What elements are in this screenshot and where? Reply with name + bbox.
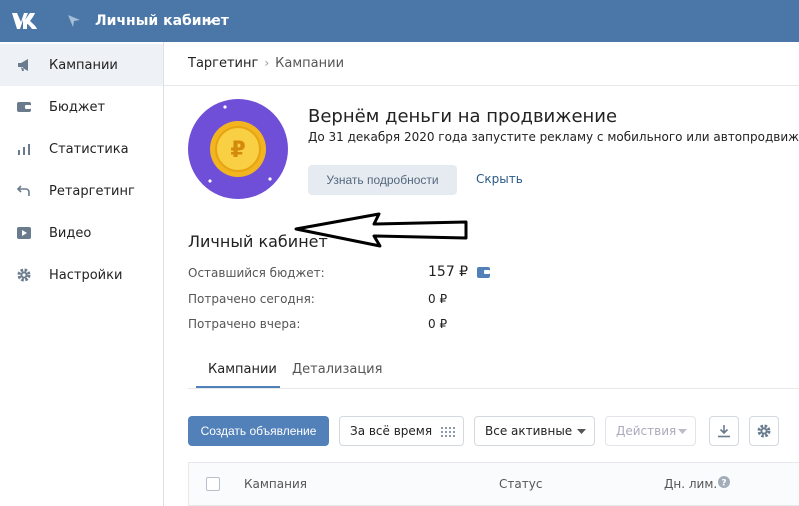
pointer-icon [68,15,80,27]
actions-select-label: Действия [616,424,677,438]
sidebar-item-campaigns[interactable]: Кампании [0,44,163,86]
chevron-down-icon[interactable] [205,17,215,25]
coin-symbol: ₽ [230,138,245,163]
bar-chart-icon [18,144,30,155]
sidebar-item-label: Видео [49,225,92,241]
status-filter-label: Все активные [485,424,573,438]
period-select[interactable]: За всё время [339,416,464,446]
vk-logo-icon[interactable] [10,10,40,32]
sidebar-item-label: Кампании [49,57,118,73]
stat-value-yesterday: 0 ₽ [428,317,448,331]
column-campaign[interactable]: Кампания [244,477,307,491]
breadcrumb-campaigns: Кампании [275,56,345,71]
sidebar: Кампании Бюджет Статистика Ретаргетинг В… [0,42,164,506]
stat-value-today: 0 ₽ [428,292,448,306]
wallet-icon[interactable] [477,267,490,278]
gear-icon [757,424,771,438]
divider [188,388,799,389]
breadcrumb-targeting[interactable]: Таргетинг [188,56,258,71]
sidebar-item-label: Статистика [49,141,129,157]
learn-more-button[interactable]: Узнать подробности [308,165,457,195]
download-button[interactable] [709,416,739,446]
sidebar-item-label: Ретаргетинг [49,183,135,199]
column-daily-limit[interactable]: Дн. лим. [664,477,717,491]
play-icon [17,227,31,239]
help-icon[interactable]: ? [718,476,730,488]
select-all-checkbox[interactable] [206,477,220,491]
promo-title: Вернём деньги на продвижение [308,106,618,127]
download-icon [718,425,730,438]
promo-text: До 31 декабря 2020 года запустите реклам… [308,130,799,144]
sidebar-item-video[interactable]: Видео [0,212,163,254]
coin-illustration-icon: ₽ [188,99,288,199]
sidebar-item-statistics[interactable]: Статистика [0,128,163,170]
actions-select[interactable]: Действия [605,416,696,446]
svg-text:?: ? [721,479,726,489]
table-settings-button[interactable] [749,416,779,446]
stat-value-budget: 157 ₽ [428,264,469,280]
stat-label-today: Потрачено сегодня: [188,292,315,306]
status-filter-select[interactable]: Все активные [474,416,595,446]
sidebar-item-budget[interactable]: Бюджет [0,86,163,128]
divider [164,85,799,86]
breadcrumb-separator: › [264,56,270,70]
stat-label-budget: Оставшийся бюджет: [188,266,325,280]
caret-down-icon [678,429,687,434]
top-bar: Личный кабинет [0,0,799,42]
tab-details[interactable]: Детализация [292,362,382,377]
sidebar-item-settings[interactable]: Настройки [0,254,163,296]
gear-icon [17,268,31,282]
table-header: Кампания Статус Дн. лим. ? [188,462,799,506]
breadcrumb: Таргетинг › Кампании [188,56,344,71]
account-title: Личный кабинет [188,232,328,251]
sidebar-item-label: Настройки [49,267,123,283]
wallet-icon [17,102,31,112]
stat-label-yesterday: Потрачено вчера: [188,317,301,331]
column-status[interactable]: Статус [499,477,542,491]
create-ad-button[interactable]: Создать объявление [188,416,329,446]
main-content: Таргетинг › Кампании ₽ Вернём деньги на пр… [164,42,799,506]
sidebar-item-retargeting[interactable]: Ретаргетинг [0,170,163,212]
sidebar-item-label: Бюджет [49,99,106,115]
caret-down-icon [577,429,586,434]
hide-promo-link[interactable]: Скрыть [476,172,523,186]
megaphone-icon [18,59,28,71]
tab-campaigns[interactable]: Кампании [208,362,277,377]
grid-icon [441,427,455,437]
retarget-icon [16,185,30,196]
period-select-label: За всё время [350,424,433,438]
